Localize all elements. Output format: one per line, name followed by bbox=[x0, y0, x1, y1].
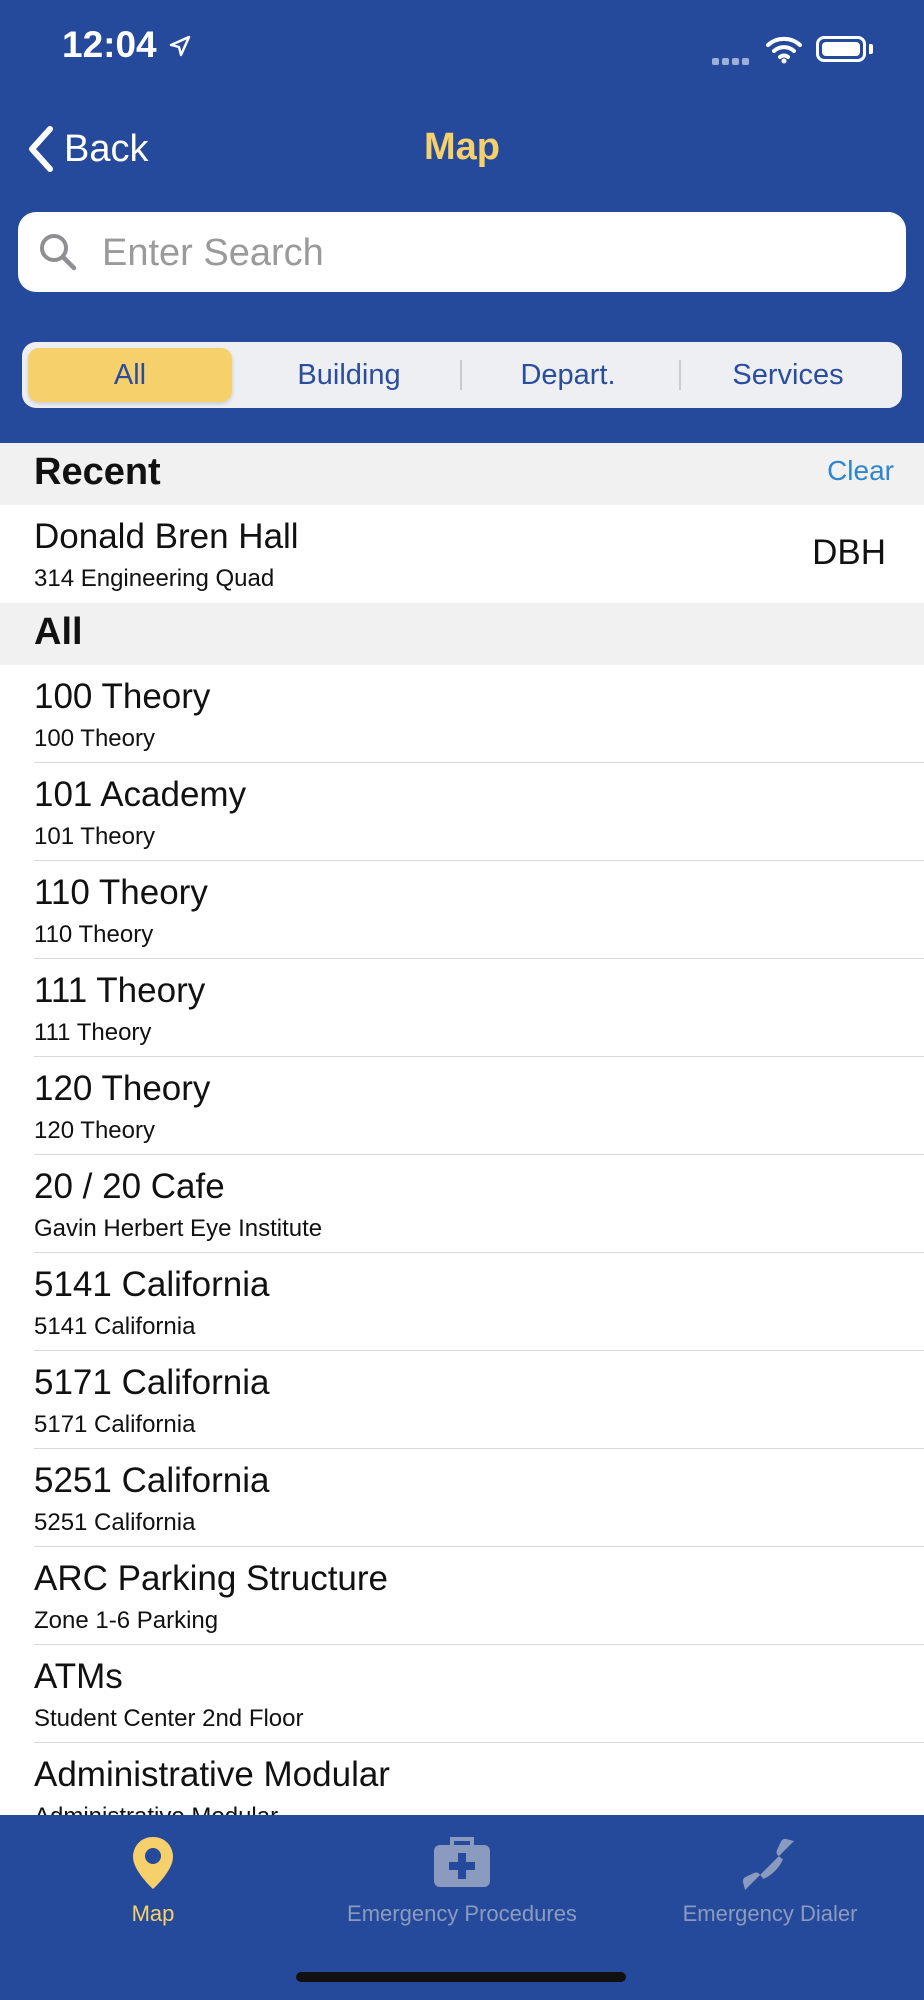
status-bar: 12:04 bbox=[0, 0, 924, 100]
list-item[interactable]: 20 / 20 Cafe Gavin Herbert Eye Institute bbox=[0, 1155, 924, 1253]
list-item-subtitle: 100 Theory bbox=[34, 725, 155, 752]
recent-item[interactable]: Donald Bren Hall 314 Engineering Quad DB… bbox=[0, 505, 924, 603]
recent-item-title: Donald Bren Hall bbox=[34, 517, 299, 556]
filter-department[interactable]: Depart. bbox=[466, 348, 670, 402]
cellular-signal-icon bbox=[712, 52, 752, 70]
list-item-subtitle: Zone 1-6 Parking bbox=[34, 1607, 219, 1634]
list-item[interactable]: 100 Theory 100 Theory bbox=[0, 665, 924, 763]
list-item-subtitle: 111 Theory bbox=[34, 1019, 152, 1046]
segment-divider bbox=[460, 360, 462, 390]
list-item-title: 5171 California bbox=[34, 1363, 270, 1402]
list-item-title: 100 Theory bbox=[34, 677, 211, 716]
wifi-icon bbox=[766, 36, 802, 64]
segment-divider bbox=[679, 360, 681, 390]
search-icon bbox=[40, 234, 77, 271]
tab-emergency-dialer[interactable]: Emergency Dialer bbox=[660, 1835, 880, 1927]
list-item-title: ARC Parking Structure bbox=[34, 1559, 389, 1598]
list-item-subtitle: Gavin Herbert Eye Institute bbox=[34, 1215, 323, 1242]
recent-header-title: Recent bbox=[34, 451, 161, 493]
list-item-title: Administrative Modular bbox=[34, 1755, 390, 1794]
list-item-subtitle: 110 Theory bbox=[34, 921, 154, 948]
list-item[interactable]: 5141 California 5141 California bbox=[0, 1253, 924, 1351]
page-title: Map bbox=[424, 126, 500, 168]
recent-item-subtitle: 314 Engineering Quad bbox=[34, 565, 275, 592]
location-arrow-icon bbox=[169, 35, 191, 57]
list-item-title: 5141 California bbox=[34, 1265, 270, 1304]
list-item-subtitle: 101 Theory bbox=[34, 823, 155, 850]
navigation-bar: Back Map bbox=[0, 110, 924, 190]
tab-map[interactable]: Map bbox=[90, 1835, 216, 1927]
list-item-subtitle: 5251 California bbox=[34, 1509, 196, 1536]
clear-recent-button[interactable]: Clear bbox=[827, 455, 894, 487]
recent-item-code: DBH bbox=[812, 533, 886, 572]
search-bar[interactable] bbox=[18, 212, 906, 292]
list-item-title: ATMs bbox=[34, 1657, 123, 1696]
list-item[interactable]: 110 Theory 110 Theory bbox=[0, 861, 924, 959]
tab-emergency-dialer-label: Emergency Dialer bbox=[682, 1901, 858, 1926]
map-pin-icon bbox=[133, 1837, 173, 1889]
filter-segmented-control: All Building Depart. Services bbox=[22, 342, 902, 408]
list-item[interactable]: Administrative Modular Administrative Mo… bbox=[0, 1743, 924, 1815]
filter-building[interactable]: Building bbox=[247, 348, 451, 402]
home-indicator bbox=[296, 1972, 626, 1982]
list-item-title: 101 Academy bbox=[34, 775, 247, 814]
list-item-title: 111 Theory bbox=[34, 971, 206, 1010]
list-item[interactable]: 120 Theory 120 Theory bbox=[0, 1057, 924, 1155]
list-item-title: 20 / 20 Cafe bbox=[34, 1167, 225, 1206]
battery-icon bbox=[816, 36, 866, 62]
tab-map-label: Map bbox=[131, 1901, 175, 1926]
header: 12:04 Back Map All bbox=[0, 0, 924, 443]
status-time: 12:04 bbox=[62, 24, 157, 65]
all-locations-list[interactable]: 100 Theory 100 Theory 101 Academy 101 Th… bbox=[0, 665, 924, 1815]
search-input[interactable] bbox=[100, 222, 884, 284]
recent-section-header: Recent Clear bbox=[0, 443, 924, 505]
list-item-title: 5251 California bbox=[34, 1461, 270, 1500]
list-item[interactable]: ARC Parking Structure Zone 1-6 Parking bbox=[0, 1547, 924, 1645]
list-item[interactable]: 101 Academy 101 Theory bbox=[0, 763, 924, 861]
battery-tip bbox=[869, 44, 873, 54]
list-item-subtitle: 5141 California bbox=[34, 1313, 196, 1340]
filter-services[interactable]: Services bbox=[686, 348, 890, 402]
tab-emergency-procedures-label: Emergency Procedures bbox=[347, 1901, 577, 1926]
list-item[interactable]: 5171 California 5171 California bbox=[0, 1351, 924, 1449]
list-item-subtitle: Student Center 2nd Floor bbox=[34, 1705, 304, 1732]
filter-all[interactable]: All bbox=[28, 348, 232, 402]
first-aid-kit-icon bbox=[434, 1837, 490, 1887]
phone-icon bbox=[742, 1838, 794, 1890]
list-item-subtitle: 120 Theory bbox=[34, 1117, 155, 1144]
list-item[interactable]: ATMs Student Center 2nd Floor bbox=[0, 1645, 924, 1743]
list-item-title: 120 Theory bbox=[34, 1069, 211, 1108]
list-item[interactable]: 111 Theory 111 Theory bbox=[0, 959, 924, 1057]
list-item[interactable]: 5251 California 5251 California bbox=[0, 1449, 924, 1547]
list-item-subtitle: Administrative Modular bbox=[34, 1803, 278, 1815]
all-header-title: All bbox=[34, 611, 83, 653]
all-section-header: All bbox=[0, 603, 924, 665]
tab-emergency-procedures[interactable]: Emergency Procedures bbox=[322, 1835, 602, 1927]
list-item-title: 110 Theory bbox=[34, 873, 208, 912]
list-item-subtitle: 5171 California bbox=[34, 1411, 196, 1438]
